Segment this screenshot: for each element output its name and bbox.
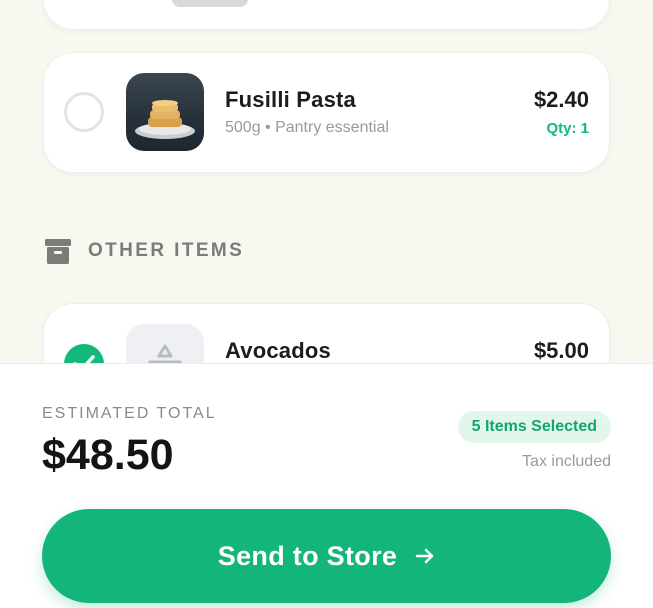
item-thumbnail xyxy=(172,0,248,7)
item-subtitle: 500g • Pantry essential xyxy=(225,119,389,136)
pasta-photo xyxy=(126,73,204,151)
cart-item-card[interactable]: Fusilli Pasta 500g • Pantry essential $2… xyxy=(43,52,610,173)
tax-note: Tax included xyxy=(522,453,611,470)
estimated-total-value: $48.50 xyxy=(42,431,174,479)
cart-item-card[interactable] xyxy=(43,0,610,30)
checkout-footer: ESTIMATED TOTAL $48.50 5 Items Selected … xyxy=(0,363,653,608)
send-to-store-button[interactable]: Send to Store xyxy=(42,509,611,603)
items-selected-badge: 5 Items Selected xyxy=(457,411,611,443)
send-to-store-label: Send to Store xyxy=(217,540,398,571)
estimated-total-label: ESTIMATED TOTAL xyxy=(42,405,217,422)
archive-box-icon xyxy=(45,239,71,264)
section-title: OTHER ITEMS xyxy=(88,240,245,261)
item-name: Avocados xyxy=(225,338,331,363)
item-price: $5.00 xyxy=(533,338,589,363)
item-quantity: Qty: 1 xyxy=(546,120,589,137)
item-price: $2.40 xyxy=(533,87,589,112)
select-radio[interactable] xyxy=(64,92,104,132)
item-name: Fusilli Pasta xyxy=(225,87,356,112)
arrow-right-icon xyxy=(415,547,435,565)
section-header: OTHER ITEMS xyxy=(44,236,244,266)
